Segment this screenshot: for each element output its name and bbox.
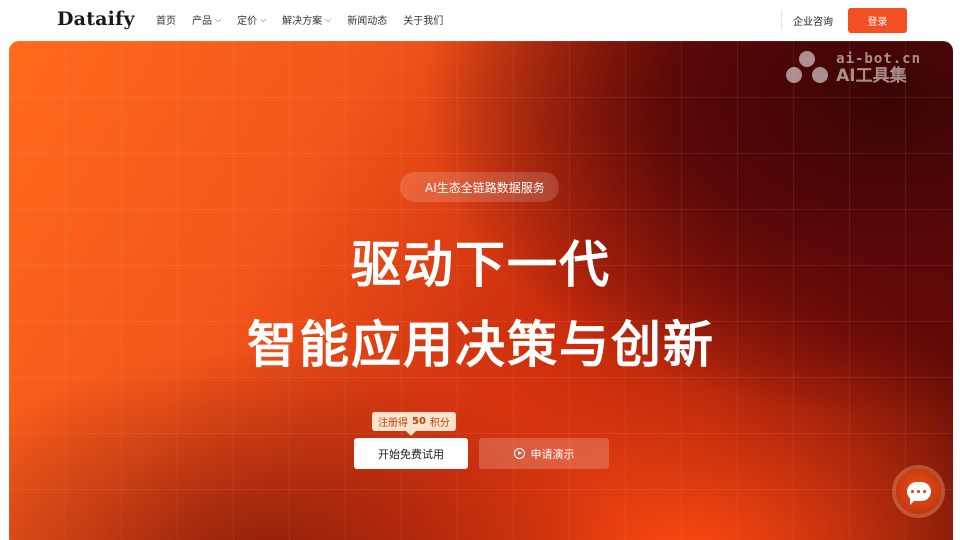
nav-item-home[interactable]: 首页 — [156, 12, 176, 27]
badge-prefix: 注册得 — [378, 418, 408, 429]
start-free-trial-button[interactable]: 开始免费试用 — [354, 438, 468, 469]
watermark: ai-bot.cn AI工具集 — [786, 51, 921, 85]
hero-banner: ai-bot.cn AI工具集 AI生态全链路数据服务 驱动下一代 智能应用决策… — [9, 41, 953, 540]
logo[interactable]: Dataify — [57, 8, 135, 30]
chevron-down-icon: ⌵ — [215, 14, 222, 24]
watermark-title: AI工具集 — [836, 65, 907, 86]
main-menu: 首页 产品 ⌵ 定价 ⌵ 解决方案 ⌵ 新闻动态 关于我们 — [156, 12, 459, 28]
nav-item-label: 新闻动态 — [347, 16, 388, 27]
hero-headline-line1: 驱动下一代 — [351, 236, 611, 294]
watermark-domain: ai-bot.cn — [836, 50, 921, 67]
badge-points: 50 — [412, 416, 426, 427]
nav-item-products[interactable]: 产品 ⌵ — [192, 12, 222, 28]
nav-item-about[interactable]: 关于我们 — [403, 12, 443, 27]
chat-icon — [906, 482, 931, 505]
nav-item-pricing[interactable]: 定价 ⌵ — [237, 12, 267, 28]
badge-suffix: 积分 — [429, 418, 450, 429]
request-demo-button[interactable]: 申请演示 — [479, 438, 609, 469]
play-circle-icon — [513, 448, 525, 459]
dot-icon — [414, 184, 419, 190]
nav-divider — [781, 10, 782, 30]
nav-item-label: 解决方案 — [282, 16, 323, 27]
watermark-logo-icon — [786, 51, 829, 85]
chevron-down-icon: ⌵ — [260, 14, 267, 24]
request-demo-label: 申请演示 — [530, 447, 575, 461]
tagline-pill: AI生态全链路数据服务 — [400, 172, 559, 202]
chevron-down-icon: ⌵ — [325, 14, 332, 24]
nav-item-solutions[interactable]: 解决方案 ⌵ — [282, 12, 332, 28]
enterprise-consult-link[interactable]: 企业咨询 — [793, 13, 833, 28]
top-nav: Dataify 首页 产品 ⌵ 定价 ⌵ 解决方案 ⌵ 新闻动态 关于我们 企业咨询 … — [0, 0, 960, 40]
nav-item-label: 定价 — [237, 16, 258, 27]
nav-item-label: 首页 — [156, 16, 176, 27]
signup-bonus-badge: 注册得 50 积分 — [372, 412, 456, 436]
tagline-text: AI生态全链路数据服务 — [425, 180, 545, 195]
chat-support-button[interactable] — [896, 469, 941, 514]
login-button[interactable]: 登录 — [848, 8, 907, 33]
nav-item-label: 产品 — [192, 16, 212, 27]
nav-item-label: 关于我们 — [403, 16, 444, 27]
nav-item-news[interactable]: 新闻动态 — [347, 12, 387, 27]
hero-headline-line2: 智能应用决策与创新 — [247, 316, 715, 374]
